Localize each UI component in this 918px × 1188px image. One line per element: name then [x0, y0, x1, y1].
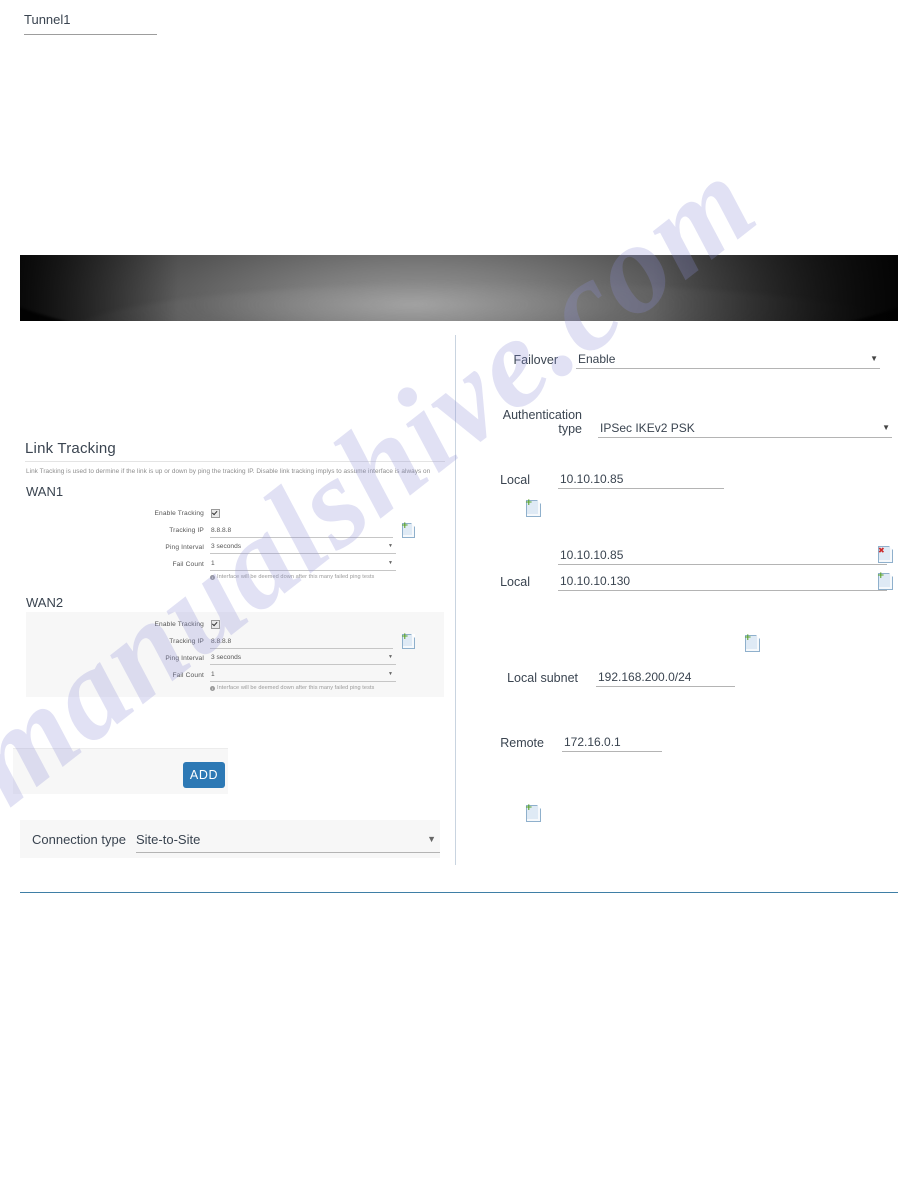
- remote-input[interactable]: 172.16.0.1: [562, 735, 662, 752]
- link-tracking-title: Link Tracking: [25, 440, 445, 462]
- wan2-tracking-ip-add-icon[interactable]: +: [401, 632, 415, 649]
- wan1-tracking-ip-input[interactable]: 8.8.8.8: [210, 525, 393, 538]
- wan1-tracking-ip-row: Tracking IP 8.8.8.8 +: [26, 521, 444, 538]
- wan2-title: WAN2: [26, 595, 64, 610]
- local-multi-label: Local: [500, 575, 530, 589]
- chevron-down-icon: ▼: [388, 560, 393, 566]
- local-multi-input-2[interactable]: 10.10.10.130: [558, 574, 887, 591]
- wan1-fail-count-value: 1: [211, 560, 215, 567]
- wan2-tracking-ip-label: Tracking IP: [169, 637, 204, 645]
- remote-label: Remote: [500, 736, 544, 750]
- wan2-fail-count-hint: i Interface will be deemed down after th…: [210, 685, 444, 691]
- wan2-panel: Enable Tracking Tracking IP 8.8.8.8 + Pi…: [26, 612, 444, 697]
- local-subnet-add-icon[interactable]: +: [744, 634, 760, 652]
- remote-row: Remote 172.16.0.1: [488, 735, 662, 752]
- wan1-ping-interval-select[interactable]: 3 seconds ▼: [210, 541, 396, 554]
- connection-type-value: Site-to-Site: [136, 831, 201, 847]
- connection-type-select[interactable]: Site-to-Site ▼: [136, 826, 440, 853]
- failover-row: Failover Enable ▼: [488, 352, 880, 369]
- wan2-fail-count-row: Fail Count 1 ▼: [26, 667, 444, 683]
- local-multi-row: Local 10.10.10.85 10.10.10.130: [488, 548, 887, 591]
- wan2-fail-count-label: Fail Count: [172, 671, 204, 679]
- local-multi-input-1[interactable]: 10.10.10.85: [558, 548, 887, 565]
- wan2-fail-count-select[interactable]: 1 ▼: [210, 669, 396, 682]
- wan1-fail-count-select[interactable]: 1 ▼: [210, 558, 396, 571]
- local-single-input[interactable]: 10.10.10.85: [558, 472, 724, 489]
- local-single-row: Local 10.10.10.85: [488, 472, 724, 489]
- wan1-enable-tracking-row: Enable Tracking: [26, 505, 444, 521]
- product-banner-image: [20, 255, 898, 321]
- wan1-tracking-ip-add-icon[interactable]: +: [401, 521, 415, 538]
- wan1-ping-interval-row: Ping Interval 3 seconds ▼: [26, 539, 444, 555]
- authentication-type-value: IPSec IKEv2 PSK: [600, 421, 695, 435]
- wan2-enable-tracking-label: Enable Tracking: [154, 620, 204, 628]
- wan1-title: WAN1: [26, 484, 64, 499]
- chevron-down-icon: ▼: [870, 354, 878, 363]
- authentication-type-row: Authentication type IPSec IKEv2 PSK ▼: [476, 408, 892, 438]
- authentication-type-label: Authentication type: [502, 408, 582, 436]
- wan2-ping-interval-select[interactable]: 3 seconds ▼: [210, 652, 396, 665]
- local-subnet-label: Local subnet: [507, 671, 578, 685]
- wan1-fail-count-label: Fail Count: [172, 560, 204, 568]
- wan2-enable-tracking-row: Enable Tracking: [26, 616, 444, 632]
- footer-rule: [20, 892, 898, 893]
- local-multi-add-icon[interactable]: +: [877, 572, 893, 590]
- wan1-fail-count-hint-text: Interface will be deemed down after this…: [217, 574, 375, 580]
- local-subnet-input[interactable]: 192.168.200.0/24: [596, 670, 735, 687]
- connection-type-label: Connection type: [32, 832, 126, 847]
- wan1-ping-interval-label: Ping Interval: [165, 543, 204, 551]
- local-single-add-icon[interactable]: +: [525, 499, 541, 517]
- wan1-fail-count-row: Fail Count 1 ▼: [26, 556, 444, 572]
- wan2-enable-tracking-checkbox[interactable]: [211, 619, 220, 629]
- wan1-tracking-ip-label: Tracking IP: [169, 526, 204, 534]
- local-single-label: Local: [500, 473, 530, 487]
- local-subnet-row: Local subnet 192.168.200.0/24: [488, 670, 735, 687]
- manual-page: manualshive.com Link Tracking Link Track…: [0, 0, 918, 1188]
- local-multi-delete-icon[interactable]: ✖: [878, 546, 893, 563]
- banner-edge-fade: [20, 255, 898, 321]
- wan1-enable-tracking-checkbox[interactable]: [211, 508, 220, 518]
- info-icon: i: [210, 685, 215, 691]
- chevron-down-icon: ▼: [427, 833, 436, 844]
- failover-select[interactable]: Enable ▼: [576, 352, 880, 369]
- wan2-fail-count-value: 1: [211, 671, 215, 678]
- tunnel-name-input[interactable]: Tunnel1: [24, 12, 157, 35]
- chevron-down-icon: ▼: [388, 671, 393, 677]
- right-column: Failover Enable ▼ Authentication type IP…: [470, 330, 900, 865]
- add-tunnel-button[interactable]: ADD: [183, 762, 225, 788]
- wan1-panel: Enable Tracking Tracking IP 8.8.8.8 + Pi…: [26, 501, 444, 586]
- failover-value: Enable: [578, 352, 616, 366]
- wan2-tracking-ip-input[interactable]: 8.8.8.8: [210, 636, 393, 649]
- wan1-enable-tracking-label: Enable Tracking: [154, 509, 204, 517]
- wan1-fail-count-hint: i Interface will be deemed down after th…: [210, 574, 444, 580]
- wan2-ping-interval-value: 3 seconds: [211, 654, 242, 661]
- chevron-down-icon: ▼: [388, 543, 393, 549]
- wan2-tracking-ip-row: Tracking IP 8.8.8.8 +: [26, 632, 444, 649]
- chevron-down-icon: ▼: [882, 423, 890, 432]
- wan2-ping-interval-row: Ping Interval 3 seconds ▼: [26, 650, 444, 666]
- link-tracking-description: Link Tracking is used to dermine if the …: [26, 468, 431, 475]
- connection-type-row: Connection type Site-to-Site ▼: [20, 820, 440, 858]
- wan2-fail-count-hint-text: Interface will be deemed down after this…: [217, 685, 375, 691]
- chevron-down-icon: ▼: [388, 654, 393, 660]
- remote-add-icon[interactable]: +: [525, 804, 541, 822]
- failover-label: Failover: [513, 353, 558, 367]
- wan1-ping-interval-value: 3 seconds: [211, 543, 242, 550]
- info-icon: i: [210, 574, 215, 580]
- wan2-ping-interval-label: Ping Interval: [165, 654, 204, 662]
- authentication-type-select[interactable]: IPSec IKEv2 PSK ▼: [598, 421, 892, 438]
